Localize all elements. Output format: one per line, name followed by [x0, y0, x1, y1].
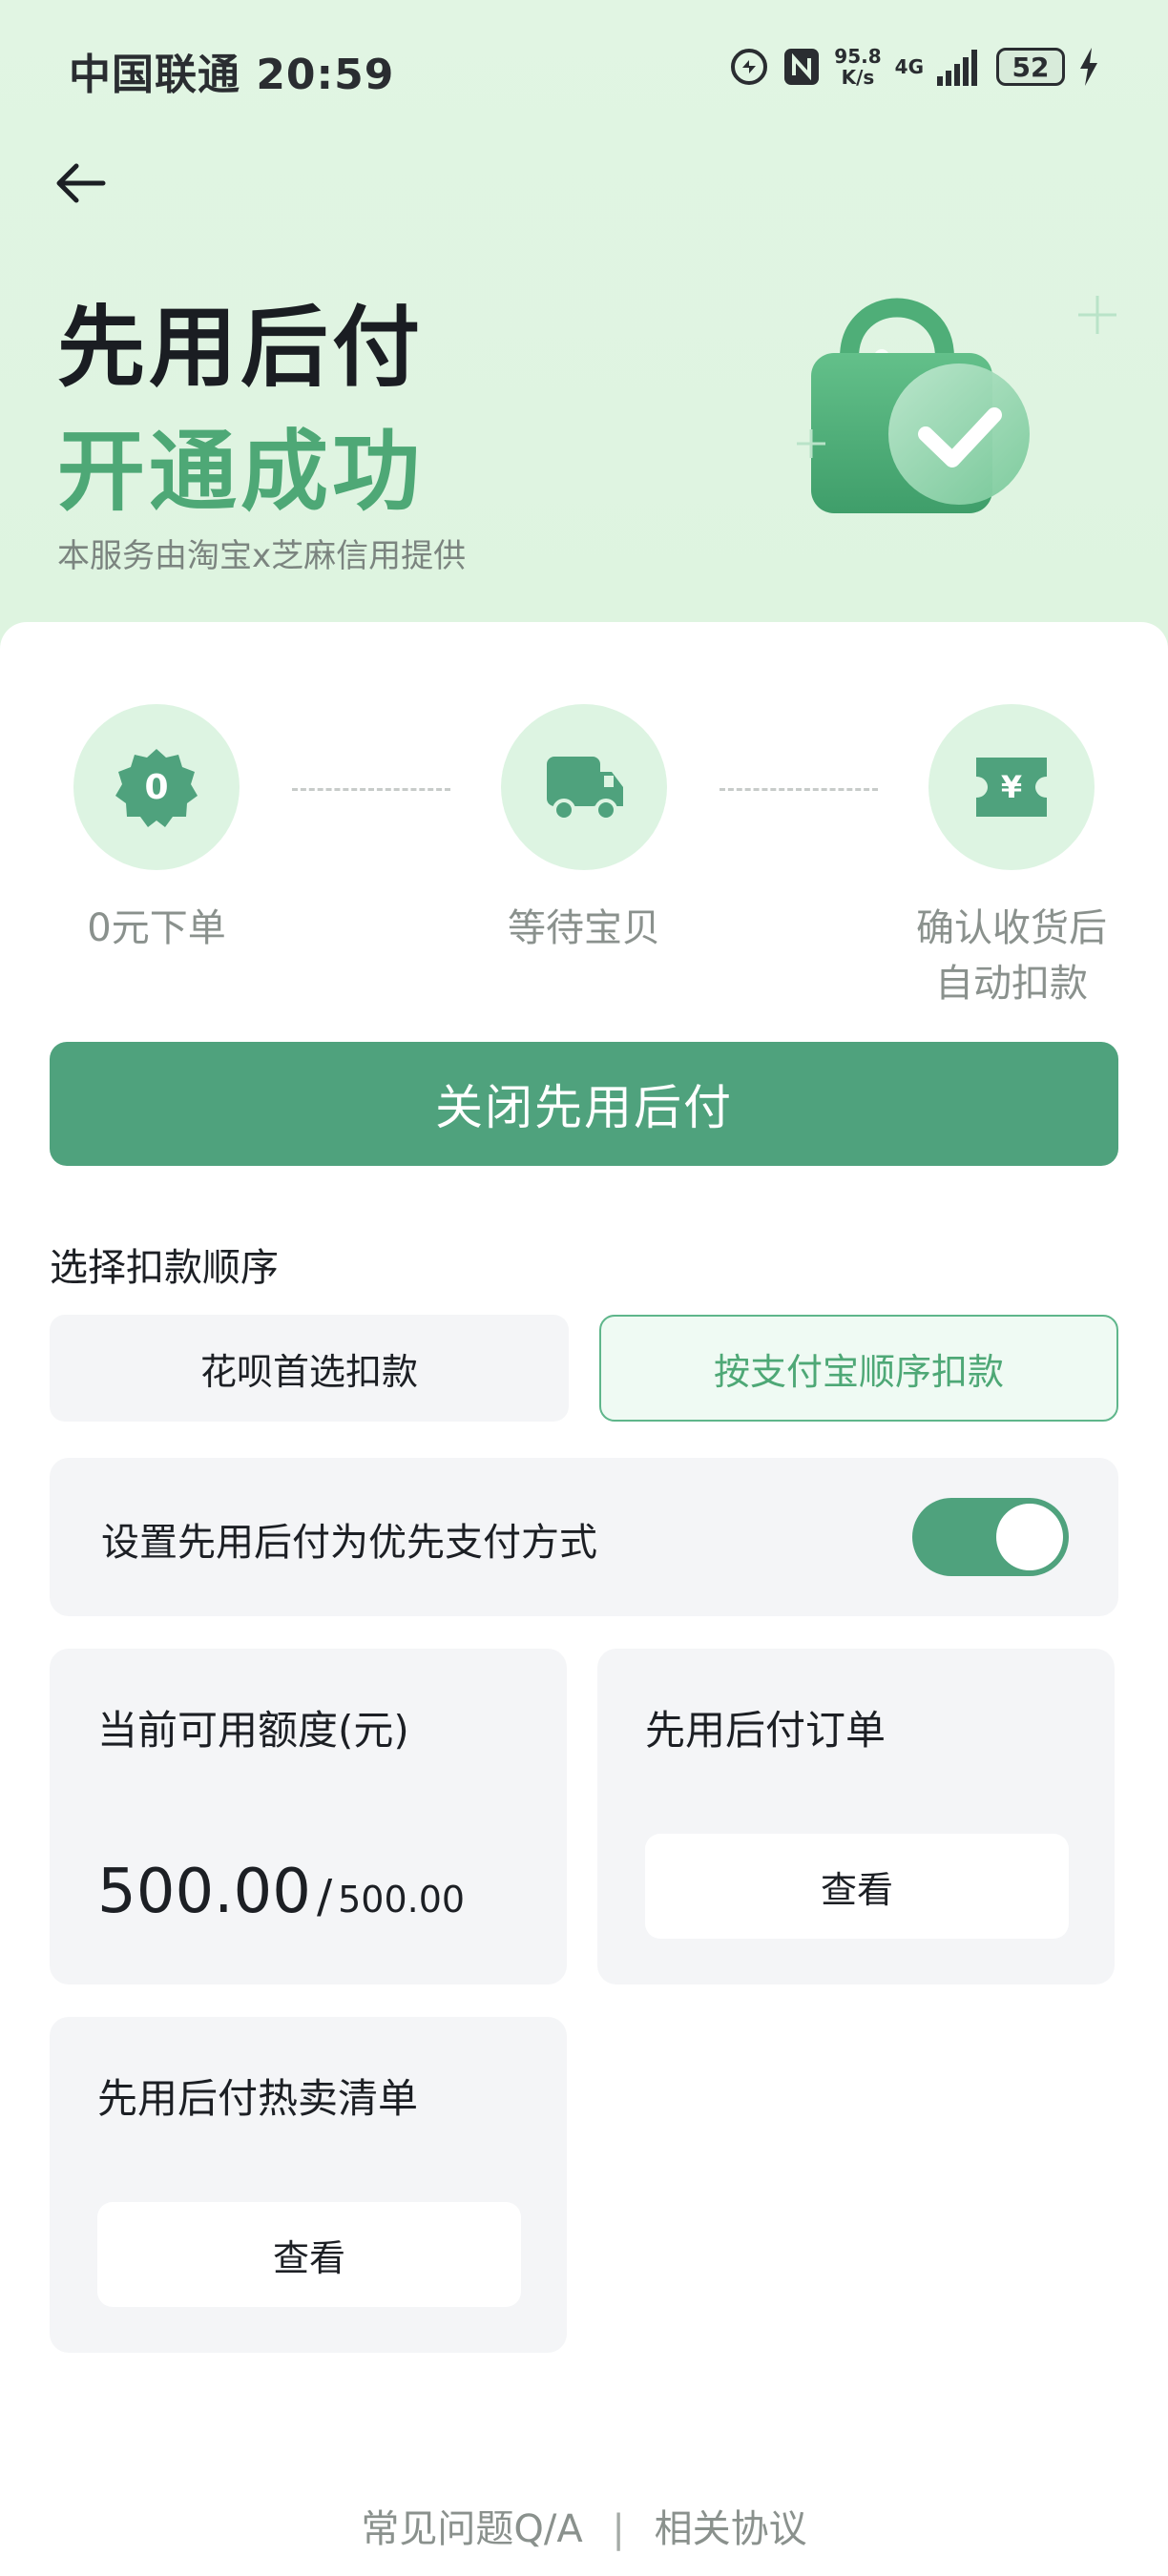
step-connector	[720, 788, 878, 791]
available-quota-card: 当前可用额度(元) 500.00 / 500.00	[50, 1649, 567, 1984]
network-speed: 95.8 K/s	[834, 46, 881, 88]
network-speed-value: 95.8	[834, 45, 882, 68]
page-title: 先用后付	[57, 297, 425, 399]
network-speed-unit: K/s	[841, 66, 875, 89]
status-icons: 95.8 K/s 4G 52	[729, 44, 1099, 90]
carrier-time: 中国联通 20:59	[69, 51, 395, 99]
success-title: 开通成功	[57, 421, 425, 523]
service-provider-note: 本服务由淘宝x芝麻信用提供	[57, 537, 467, 575]
close-pay-later-button[interactable]: 关闭先用后付	[50, 1042, 1118, 1166]
status-bar: 中国联通 20:59 95.8 K/s 4G 52	[0, 0, 1168, 134]
orders-title: 先用后付订单	[645, 1707, 886, 1754]
charging-icon	[1078, 48, 1099, 86]
deduction-order-title: 选择扣款顺序	[50, 1246, 279, 1290]
priority-payment-label: 设置先用后付为优先支付方式	[101, 1521, 597, 1565]
back-arrow-icon	[56, 163, 106, 203]
battery-indicator: 52	[996, 48, 1065, 86]
step-circle: 0	[73, 704, 240, 870]
hot-list-card: 先用后付热卖清单 查看	[50, 2017, 567, 2353]
view-hot-list-button[interactable]: 查看	[97, 2202, 521, 2307]
alipay-order-option[interactable]: 按支付宝顺序扣款	[599, 1315, 1118, 1422]
step-label-line2: 自动扣款	[935, 962, 1088, 1006]
back-button[interactable]	[50, 153, 111, 214]
step-waiting-goods: 等待宝贝	[469, 704, 699, 956]
huabei-first-option[interactable]: 花呗首选扣款	[50, 1315, 569, 1422]
battery-level: 52	[1012, 51, 1050, 83]
agreement-link[interactable]: 相关协议	[655, 2507, 807, 2551]
yuan-text: ¥	[1001, 769, 1022, 805]
network-type: 4G	[894, 55, 924, 78]
yuan-ticket-icon: ¥	[976, 758, 1047, 817]
step-label: 0元下单	[87, 906, 226, 950]
priority-payment-toggle[interactable]	[912, 1498, 1069, 1576]
priority-payment-row: 设置先用后付为优先支付方式	[50, 1458, 1118, 1616]
step-label: 等待宝贝	[508, 906, 660, 950]
view-orders-button[interactable]: 查看	[645, 1834, 1069, 1939]
zero-badge-icon: 0	[115, 749, 198, 827]
nfc-icon	[782, 47, 821, 87]
signal-icon	[937, 48, 983, 86]
quota-total: 500.00	[338, 1879, 466, 1921]
hot-list-title: 先用后付热卖清单	[97, 2075, 419, 2122]
pay-later-orders-card: 先用后付订单 查看	[597, 1649, 1115, 1984]
quota-separator: /	[316, 1870, 333, 1923]
step-label-line1: 确认收货后	[916, 906, 1107, 950]
footer-separator: |	[612, 2507, 625, 2551]
toggle-knob	[996, 1504, 1063, 1570]
shopping-bag-check-illustration	[782, 267, 1126, 553]
quota-value: 500.00 / 500.00	[97, 1857, 465, 1927]
zero-badge-text: 0	[144, 768, 168, 807]
step-circle: ¥	[928, 704, 1095, 870]
step-circle	[501, 704, 667, 870]
footer-links: 常见问题Q/A | 相关协议	[0, 2498, 1168, 2553]
hero-banner: 中国联通 20:59 95.8 K/s 4G 52 先用后付 开通成功 本服务由…	[0, 0, 1168, 668]
data-saver-icon	[729, 47, 769, 87]
step-label: 确认收货后 自动扣款	[897, 901, 1126, 1011]
quota-title: 当前可用额度(元)	[97, 1707, 409, 1754]
faq-link[interactable]: 常见问题Q/A	[361, 2507, 582, 2551]
delivery-truck-icon	[547, 757, 623, 821]
step-auto-deduct: ¥ 确认收货后 自动扣款	[897, 704, 1126, 1011]
quota-available: 500.00	[97, 1857, 311, 1927]
step-connector	[292, 788, 450, 791]
step-zero-order: 0 0元下单	[42, 704, 271, 956]
